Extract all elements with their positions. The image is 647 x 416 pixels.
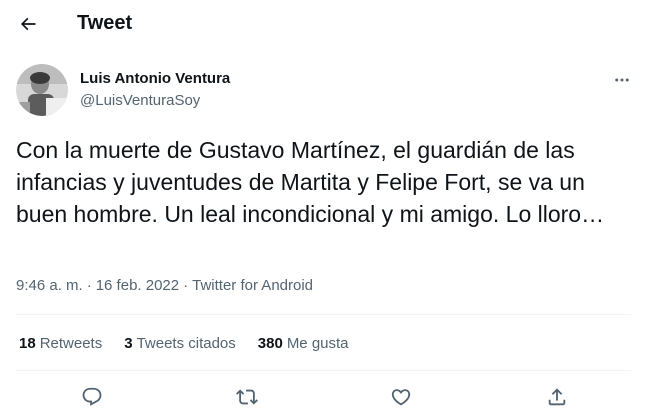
- tweet-date[interactable]: 16 feb. 2022: [96, 277, 179, 294]
- page-title: Tweet: [77, 12, 133, 34]
- author-name[interactable]: Luis Antonio Ventura: [80, 70, 230, 88]
- meta-separator: ·: [86, 277, 92, 294]
- likes-count: 380: [257, 335, 283, 352]
- tweet-source[interactable]: Twitter for Android: [192, 277, 313, 294]
- retweets-label: Retweets: [39, 335, 103, 352]
- author-handle[interactable]: @LuisVenturaSoy: [80, 92, 200, 110]
- likes-stat[interactable]: 380 Me gusta: [258, 334, 349, 354]
- quotes-count: 3: [124, 335, 133, 352]
- tweet-stats: 18 Retweets 3 Tweets citados 380 Me gusta: [19, 334, 371, 354]
- divider: [16, 314, 631, 315]
- reply-button[interactable]: [79, 384, 105, 410]
- tweet-text: Con la muerte de Gustavo Martínez, el gu…: [16, 137, 605, 227]
- tweet-actions: [16, 384, 631, 412]
- tweet-meta: 9:46 a. m. · 16 feb. 2022 · Twitter for Andr…: [16, 276, 313, 296]
- likes-label: Me gusta: [286, 335, 349, 352]
- reply-icon: [82, 387, 102, 406]
- like-button[interactable]: [388, 384, 414, 410]
- back-button[interactable]: [14, 10, 42, 38]
- arrow-left-icon: [20, 17, 36, 31]
- retweet-button[interactable]: [234, 384, 260, 410]
- share-button[interactable]: [544, 384, 570, 410]
- more-horizontal-icon: [615, 78, 629, 82]
- tweet-time[interactable]: 9:46 a. m.: [16, 277, 83, 294]
- avatar[interactable]: [16, 64, 68, 116]
- more-options-button[interactable]: [612, 70, 632, 90]
- heart-icon: [391, 389, 411, 406]
- quote-tweets-stat[interactable]: 3 Tweets citados: [124, 334, 236, 354]
- avatar-image: [16, 64, 68, 116]
- retweet-icon: [236, 389, 258, 405]
- divider: [16, 370, 631, 371]
- retweets-stat[interactable]: 18 Retweets: [19, 334, 102, 354]
- meta-separator: ·: [183, 277, 189, 294]
- tweet-author: Luis Antonio Ventura @LuisVenturaSoy: [16, 64, 632, 116]
- retweets-count: 18: [19, 335, 36, 352]
- share-icon: [548, 388, 566, 406]
- quotes-label: Tweets citados: [136, 335, 236, 352]
- tweet-header: Tweet: [0, 0, 647, 47]
